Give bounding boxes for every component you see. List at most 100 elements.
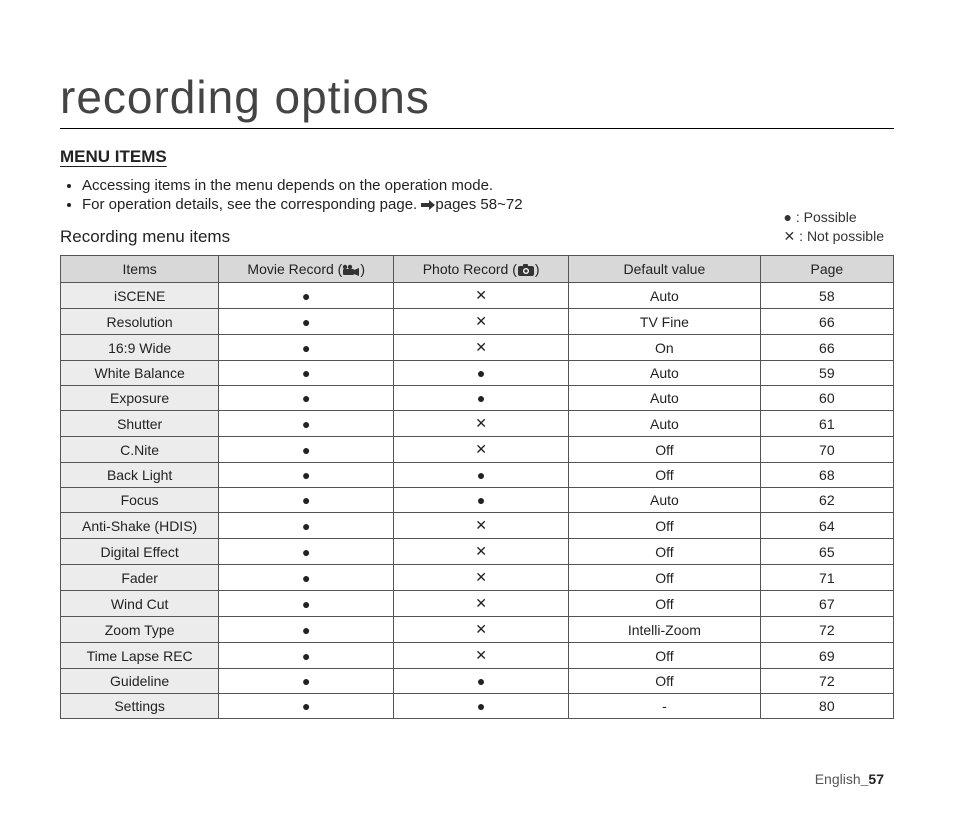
- cell-page: 66: [760, 335, 893, 361]
- cell-photo: ●: [394, 463, 569, 488]
- col-movie: Movie Record (): [219, 256, 394, 283]
- footer-lang: English: [815, 771, 861, 787]
- table-row: Focus●●Auto62: [61, 488, 894, 513]
- cell-photo: ✕: [394, 565, 569, 591]
- dot-icon: ●: [302, 648, 310, 664]
- dot-icon: ●: [302, 442, 310, 458]
- subheading: Recording menu items: [60, 227, 894, 247]
- cell-photo: ✕: [394, 309, 569, 335]
- cell-movie: ●: [219, 463, 394, 488]
- legend-not-possible: : Not possible: [795, 228, 884, 244]
- dot-icon: ●: [302, 390, 310, 406]
- cell-photo: ✕: [394, 411, 569, 437]
- cell-item: Digital Effect: [61, 539, 219, 565]
- legend: ● : Possible ✕ : Not possible: [784, 208, 884, 246]
- dot-icon: ●: [477, 467, 485, 483]
- cell-page: 59: [760, 361, 893, 386]
- cell-item: Fader: [61, 565, 219, 591]
- cell-item: Back Light: [61, 463, 219, 488]
- cell-page: 64: [760, 513, 893, 539]
- cell-default: Auto: [569, 488, 761, 513]
- dot-icon: ●: [302, 492, 310, 508]
- cross-icon: ✕: [475, 517, 487, 533]
- cell-movie: ●: [219, 411, 394, 437]
- cross-icon: ✕: [475, 621, 487, 637]
- dot-icon: ●: [477, 698, 485, 714]
- dot-icon: ●: [302, 570, 310, 586]
- cell-item: Shutter: [61, 411, 219, 437]
- cell-page: 65: [760, 539, 893, 565]
- cell-page: 71: [760, 565, 893, 591]
- cell-item: Zoom Type: [61, 617, 219, 643]
- cell-item: Time Lapse REC: [61, 643, 219, 669]
- cell-default: Auto: [569, 411, 761, 437]
- cross-icon: ✕: [475, 647, 487, 663]
- cell-photo: ✕: [394, 591, 569, 617]
- table-row: Zoom Type ● ✕ Intelli-Zoom72: [61, 617, 894, 643]
- cell-default: Off: [569, 437, 761, 463]
- table-row: 16:9 Wide●✕On66: [61, 335, 894, 361]
- cell-default: Intelli-Zoom: [569, 617, 761, 643]
- camcorder-icon: [342, 261, 360, 277]
- cross-icon: ✕: [475, 543, 487, 559]
- dot-icon: ●: [302, 544, 310, 560]
- cross-icon: ✕: [475, 595, 487, 611]
- section-heading: MENU ITEMS: [60, 147, 894, 167]
- cell-photo: ✕: [394, 283, 569, 309]
- cross-icon: ✕: [475, 287, 487, 303]
- cell-photo: ●: [394, 361, 569, 386]
- cross-icon: ✕: [475, 441, 487, 457]
- cross-icon: ✕: [475, 415, 487, 431]
- cell-page: 66: [760, 309, 893, 335]
- dot-icon: ●: [302, 622, 310, 638]
- cell-page: 62: [760, 488, 893, 513]
- cell-movie: ●: [219, 386, 394, 411]
- cell-photo: ●: [394, 488, 569, 513]
- table-row: White Balance●●Auto59: [61, 361, 894, 386]
- table-row: Guideline●●Off72: [61, 669, 894, 694]
- cell-page: 70: [760, 437, 893, 463]
- page-title: recording options: [60, 70, 894, 129]
- table-body: iSCENE●✕Auto58Resolution●✕TV Fine6616:9 …: [61, 283, 894, 719]
- dot-icon: ●: [302, 518, 310, 534]
- table-row: Fader ● ✕Off71: [61, 565, 894, 591]
- cell-default: Off: [569, 669, 761, 694]
- dot-icon: ●: [784, 209, 792, 225]
- cell-movie: ●: [219, 488, 394, 513]
- cell-item: Exposure: [61, 386, 219, 411]
- cell-page: 60: [760, 386, 893, 411]
- table-row: C.Nite●✕Off70: [61, 437, 894, 463]
- arrow-right-icon: [421, 196, 435, 213]
- dot-icon: ●: [302, 673, 310, 689]
- table-row: Time Lapse REC●✕Off69: [61, 643, 894, 669]
- table-row: Shutter● ✕ Auto61: [61, 411, 894, 437]
- cell-movie: ●: [219, 643, 394, 669]
- cell-item: White Balance: [61, 361, 219, 386]
- table-row: Back Light●●Off68: [61, 463, 894, 488]
- cell-default: Off: [569, 539, 761, 565]
- cell-page: 61: [760, 411, 893, 437]
- cell-movie: ●: [219, 283, 394, 309]
- cell-item: iSCENE: [61, 283, 219, 309]
- bullet-list: Accessing items in the menu depends on t…: [60, 177, 894, 213]
- cell-photo: ●: [394, 694, 569, 719]
- cell-movie: ●: [219, 539, 394, 565]
- dot-icon: ●: [302, 596, 310, 612]
- cell-movie: ●: [219, 513, 394, 539]
- cell-movie: ●: [219, 669, 394, 694]
- cell-movie: ●: [219, 361, 394, 386]
- recording-menu-table: Items Movie Record () Photo Record () De…: [60, 255, 894, 719]
- legend-possible: : Possible: [792, 209, 857, 225]
- dot-icon: ●: [302, 314, 310, 330]
- cell-item: Settings: [61, 694, 219, 719]
- cell-page: 68: [760, 463, 893, 488]
- col-items: Items: [61, 256, 219, 283]
- cell-movie: ●: [219, 591, 394, 617]
- dot-icon: ●: [302, 467, 310, 483]
- cell-photo: ✕: [394, 643, 569, 669]
- cell-photo: ✕: [394, 437, 569, 463]
- cell-default: Off: [569, 565, 761, 591]
- cell-item: 16:9 Wide: [61, 335, 219, 361]
- cross-icon: ✕: [475, 339, 487, 355]
- cell-page: 72: [760, 617, 893, 643]
